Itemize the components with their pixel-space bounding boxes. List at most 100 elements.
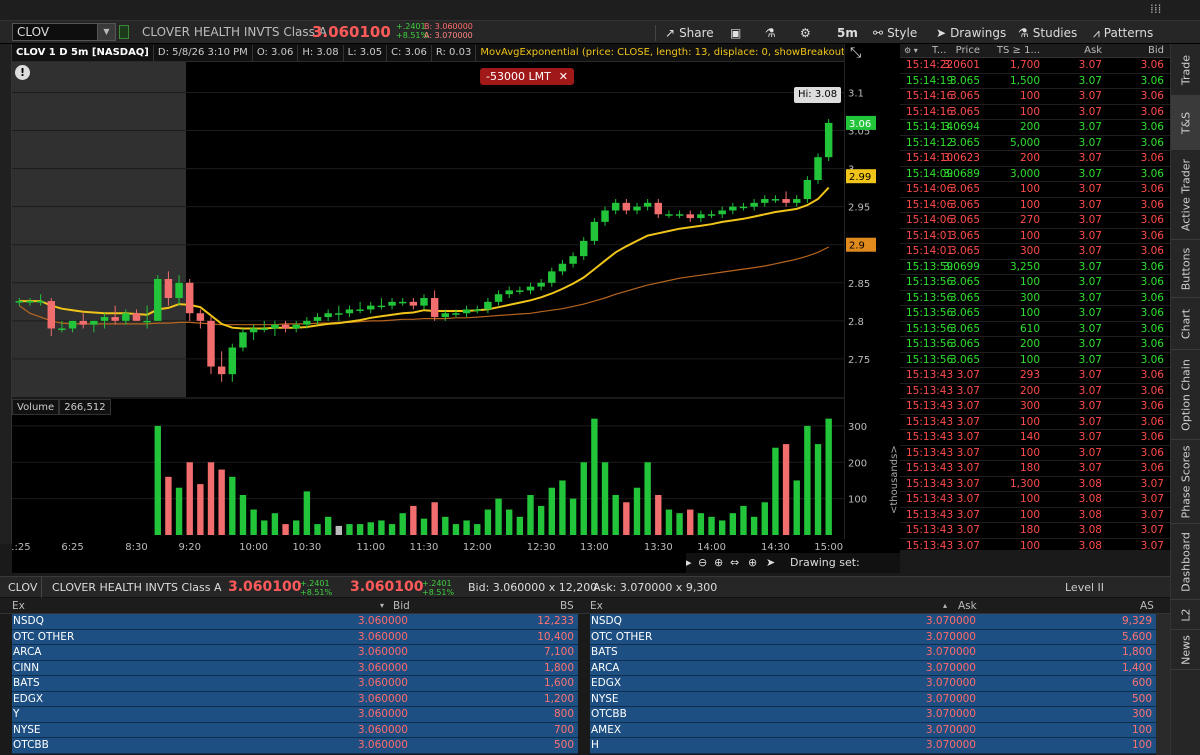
ts-bid: 3.06	[1140, 462, 1164, 474]
level2-row[interactable]: H 3.070000 100	[590, 738, 1156, 754]
ts-bid: 3.06	[1140, 353, 1164, 366]
pan-icon[interactable]: ⇔	[730, 553, 739, 573]
grid-menu-icon[interactable]: ⁞⁞⁞	[1150, 2, 1161, 16]
x-tick-label: 14:00	[697, 542, 726, 553]
ts-time: 15:13:56	[906, 291, 954, 304]
volume-label: Volume	[12, 399, 60, 415]
level2-row[interactable]: NYSE 3.070000 500	[590, 691, 1156, 707]
share-button[interactable]: ↗ Share	[665, 23, 714, 43]
level2-row[interactable]: EDGX 3.060000 1,200	[12, 691, 578, 707]
candle-body	[228, 347, 237, 375]
tab-buttons[interactable]: Buttons	[1171, 240, 1200, 298]
level2-row[interactable]: NSDQ 3.060000 12,233	[12, 614, 578, 630]
price-pane[interactable]: ! -53000 LMT ✕ Hi: 3.08	[12, 62, 844, 397]
level2-row[interactable]: EDGX 3.070000 600	[590, 676, 1156, 692]
settings-button[interactable]: ⚙	[800, 23, 815, 43]
volume-bar	[335, 525, 342, 535]
studies-button[interactable]: ⚗ Studies	[1018, 23, 1077, 43]
l2-scrollbar[interactable]	[1156, 614, 1170, 755]
study-label[interactable]: MovAvgExponential (price: CLOSE, length:…	[476, 45, 844, 61]
level2-row[interactable]: AMEX 3.070000 100	[590, 722, 1156, 738]
tab-l2[interactable]: L2	[1171, 600, 1200, 630]
ts-price: 3.065	[949, 338, 980, 350]
patterns-button[interactable]: ⩘ Patterns	[1093, 23, 1153, 43]
l2-col-bid[interactable]: Bid	[393, 598, 410, 614]
ts-col-time[interactable]: T...	[932, 44, 946, 58]
l2-col-ex-ask[interactable]: Ex	[590, 598, 603, 614]
level2-row[interactable]: BATS 3.070000 1,800	[590, 645, 1156, 661]
candle-body	[249, 328, 258, 333]
order-marker[interactable]: -53000 LMT ✕	[480, 68, 575, 85]
flexible-grid-button[interactable]: ▣	[730, 23, 745, 43]
level2-row[interactable]: NYSE 3.060000 700	[12, 722, 578, 738]
ts-col-bid[interactable]: Bid	[1148, 44, 1164, 58]
drawings-label: Drawings	[950, 26, 1007, 40]
level2-row[interactable]: BATS 3.060000 1,600	[12, 676, 578, 692]
volume-bar	[612, 495, 619, 535]
l2-col-ex-bid[interactable]: Ex	[12, 598, 25, 614]
l2-price: 3.070000	[925, 677, 976, 689]
level2-row[interactable]: OTC OTHER 3.070000 5,600	[590, 629, 1156, 645]
ts-body[interactable]: 15:14:22 3.0601 1,700 3.07 3.06 15:14:19 3.065…	[900, 58, 1170, 550]
level2-row[interactable]: OTCBB 3.070000 300	[590, 707, 1156, 723]
ts-price: 3.0699	[943, 260, 980, 273]
cursor-icon[interactable]: ➤	[766, 553, 775, 573]
symbol-input[interactable]: CLOV ▼	[12, 23, 116, 41]
l2-col-ask[interactable]: Ask	[958, 598, 977, 614]
candle-body	[633, 206, 641, 211]
volume-bar	[825, 418, 832, 535]
level2-row[interactable]: NSDQ 3.070000 9,329	[590, 614, 1156, 630]
link-icon[interactable]	[119, 25, 129, 39]
zoom-out-icon[interactable]: ⊖	[698, 553, 707, 573]
tab-t-s[interactable]: T&S	[1171, 96, 1200, 150]
candle-body	[313, 317, 322, 321]
level2-row[interactable]: Y 3.060000 800	[12, 707, 578, 723]
volume-bar	[367, 522, 374, 535]
ts-col-price[interactable]: Price	[956, 44, 980, 58]
timeframe-button[interactable]: 5m	[837, 23, 858, 43]
alert-icon[interactable]: !	[15, 65, 30, 80]
collapse-icon[interactable]: ⤡	[850, 45, 861, 61]
tab-chart[interactable]: Chart	[1171, 298, 1200, 350]
ema-fast-badge: 2.99	[849, 172, 871, 183]
l2-size: 10,400	[537, 630, 574, 643]
level2-row[interactable]: OTC OTHER 3.060000 10,400	[12, 629, 578, 645]
ts-price: 3.07	[956, 415, 980, 428]
ts-col-ask[interactable]: Ask	[1084, 44, 1102, 58]
level2-row[interactable]: ARCA 3.060000 7,100	[12, 645, 578, 661]
ts-row: 15:13:56 3.065 200 3.07 3.06	[900, 337, 1170, 353]
level2-row[interactable]: CINN 3.060000 1,800	[12, 660, 578, 676]
ts-time: 15:14:16	[906, 90, 954, 102]
crosshair-icon[interactable]: ⊕	[748, 553, 757, 573]
tab-option-chain[interactable]: Option Chain	[1171, 350, 1200, 440]
drawings-button[interactable]: ➤ Drawings	[936, 23, 1006, 43]
level2-ask-book[interactable]: NSDQ 3.070000 9,329 OTC OTHER 3.070000 5,600 B…	[590, 614, 1156, 755]
scroll-right-icon[interactable]: ▸	[686, 553, 692, 573]
volume-pane[interactable]: Volume 266,512	[12, 399, 844, 539]
volume-tick-label: 300	[848, 422, 867, 433]
candle-body	[824, 122, 833, 158]
settings-icon[interactable]: ⚙ ▾	[904, 44, 918, 58]
ts-price: 3.07	[956, 431, 980, 443]
tab-dashboard[interactable]: Dashboard	[1171, 524, 1200, 600]
level2-symbol[interactable]: CLOV	[4, 577, 43, 598]
l2-col-as[interactable]: AS	[1140, 598, 1154, 614]
l2-col-bs[interactable]: BS	[560, 598, 574, 614]
tab-trade[interactable]: Trade	[1171, 44, 1200, 96]
tab-label: T&S	[1179, 111, 1193, 134]
studies-lab-button[interactable]: ⚗	[765, 23, 780, 43]
style-button[interactable]: ⚯ Style	[873, 23, 917, 43]
l2-exchange: EDGX	[591, 677, 622, 689]
tab-phase-scores[interactable]: Phase Scores	[1171, 440, 1200, 524]
tab-news[interactable]: News	[1171, 630, 1200, 670]
chevron-down-icon[interactable]: ▼	[97, 24, 115, 40]
level2-row[interactable]: ARCA 3.070000 1,400	[590, 660, 1156, 676]
ts-col-size[interactable]: TS ≥ 1...	[997, 44, 1040, 58]
ts-price: 3.0601	[943, 59, 980, 71]
level2-bid-book[interactable]: NSDQ 3.060000 12,233 OTC OTHER 3.060000 10,40…	[12, 614, 578, 755]
volume-bar	[804, 425, 811, 535]
close-icon[interactable]: ✕	[559, 70, 568, 83]
level2-row[interactable]: OTCBB 3.060000 500	[12, 738, 578, 754]
tab-active-trader[interactable]: Active Trader	[1171, 150, 1200, 240]
zoom-in-icon[interactable]: ⊕	[714, 553, 723, 573]
